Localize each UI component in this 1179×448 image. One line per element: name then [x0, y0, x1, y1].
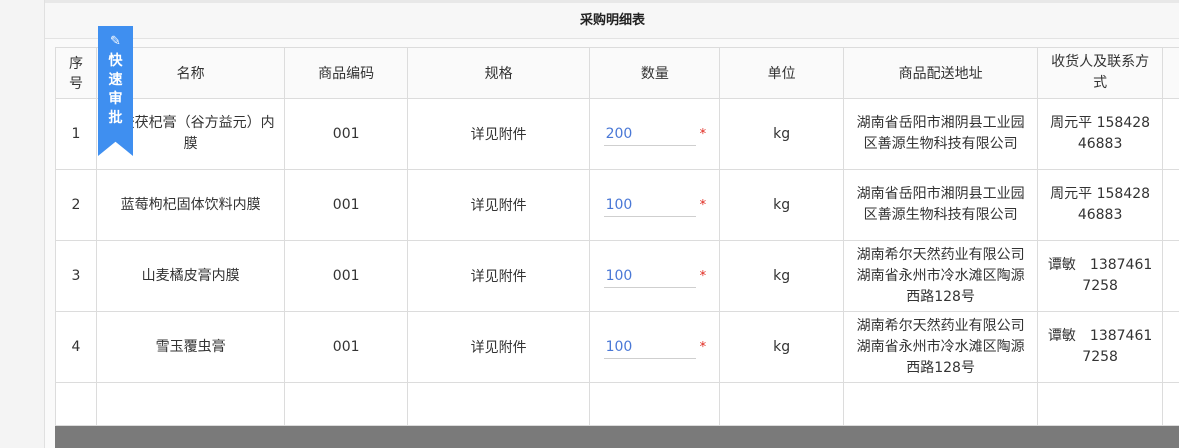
cell-quantity: * [589, 240, 721, 312]
cell-quantity: * [589, 98, 721, 170]
cell-contact: 谭敏 13874617258 [1037, 240, 1163, 312]
footer-bar [55, 426, 1179, 448]
cell-index: 3 [55, 240, 97, 312]
quantity-group: * [603, 335, 707, 359]
cell-spec: 详见附件 [406, 240, 591, 312]
left-gutter [0, 0, 44, 448]
cell-index: 1 [55, 98, 97, 170]
cell-index: 4 [55, 311, 97, 383]
header-overflow [1161, 47, 1179, 99]
cell-spec: 详见附件 [406, 311, 591, 383]
quantity-input[interactable] [603, 193, 696, 217]
cell-name: 雪玉覆虫膏 [95, 311, 286, 383]
quick-approve-label: 快速审批 [108, 53, 123, 126]
cell-contact: 周元平 15842846883 [1037, 169, 1163, 241]
pencil-icon: ✎ [110, 34, 121, 49]
header-contact: 收货人及联系方式 [1037, 47, 1163, 99]
detail-panel: 采购明细表 序号 名称 商品编码 规格 数量 单位 商品配送地址 收货人及联系方… [44, 0, 1179, 448]
cell-code: 001 [284, 169, 408, 241]
cell-address: 湖南省岳阳市湘阴县工业园区善源生物科技有限公司 [842, 169, 1039, 241]
cell-overflow [1161, 240, 1179, 312]
cell-overflow [1161, 169, 1179, 241]
cell-spec: 详见附件 [406, 98, 591, 170]
header-index: 序号 [55, 47, 97, 99]
cell-contact: 谭敏 13874617258 [1037, 311, 1163, 383]
cell-overflow [1161, 311, 1179, 383]
cell-index: 2 [55, 169, 97, 241]
header-code: 商品编码 [284, 47, 408, 99]
cell-code: 001 [284, 240, 408, 312]
cell-address: 湖南希尔天然药业有限公司 湖南省永州市冷水滩区陶源西路128号 [842, 311, 1039, 383]
cell-unit: kg [719, 169, 844, 241]
purchase-detail-table: 序号 名称 商品编码 规格 数量 单位 商品配送地址 收货人及联系方式 1 阿胶… [55, 47, 1179, 426]
quantity-input[interactable] [603, 335, 696, 359]
cell-address: 湖南省岳阳市湘阴县工业园区善源生物科技有限公司 [842, 98, 1039, 170]
table-row: 3 山麦橘皮膏内膜 001 详见附件 * kg 湖南希尔天然药业有限公司 湖南省… [55, 240, 1179, 312]
quantity-group: * [603, 264, 707, 288]
cell-name: 蓝莓枸杞固体饮料内膜 [95, 169, 286, 241]
cell-quantity: * [589, 169, 721, 241]
quantity-input[interactable] [603, 122, 696, 146]
cell-unit: kg [719, 240, 844, 312]
table-row: 4 雪玉覆虫膏 001 详见附件 * kg 湖南希尔天然药业有限公司 湖南省永州… [55, 311, 1179, 383]
cell-address: 湖南希尔天然药业有限公司 湖南省永州市冷水滩区陶源西路128号 [842, 240, 1039, 312]
cell-quantity: * [589, 311, 721, 383]
header-address: 商品配送地址 [842, 47, 1039, 99]
cell-spec: 详见附件 [406, 169, 591, 241]
cell-unit: kg [719, 311, 844, 383]
quantity-group: * [603, 122, 707, 146]
cell-code: 001 [284, 311, 408, 383]
header-spec: 规格 [406, 47, 591, 99]
table-header-row: 序号 名称 商品编码 规格 数量 单位 商品配送地址 收货人及联系方式 [55, 47, 1179, 99]
quick-approve-button[interactable]: ✎ 快速审批 [98, 26, 133, 156]
header-unit: 单位 [719, 47, 844, 99]
cell-name: 山麦橘皮膏内膜 [95, 240, 286, 312]
cell-contact: 周元平 15842846883 [1037, 98, 1163, 170]
table-row: 2 蓝莓枸杞固体饮料内膜 001 详见附件 * kg 湖南省岳阳市湘阴县工业园区… [55, 169, 1179, 241]
required-mark: * [699, 339, 707, 355]
page-title: 采购明细表 [45, 3, 1179, 39]
required-mark: * [699, 126, 707, 142]
cell-code: 001 [284, 98, 408, 170]
cell-unit: kg [719, 98, 844, 170]
quantity-group: * [603, 193, 707, 217]
cell-overflow [1161, 98, 1179, 170]
table-row: 1 阿胶茯杞膏（谷方益元）内膜 001 详见附件 * kg 湖南省岳阳市湘阴县工… [55, 98, 1179, 170]
quantity-input[interactable] [603, 264, 696, 288]
header-quantity: 数量 [589, 47, 721, 99]
required-mark: * [699, 268, 707, 284]
empty-row [55, 382, 1179, 426]
required-mark: * [699, 197, 707, 213]
